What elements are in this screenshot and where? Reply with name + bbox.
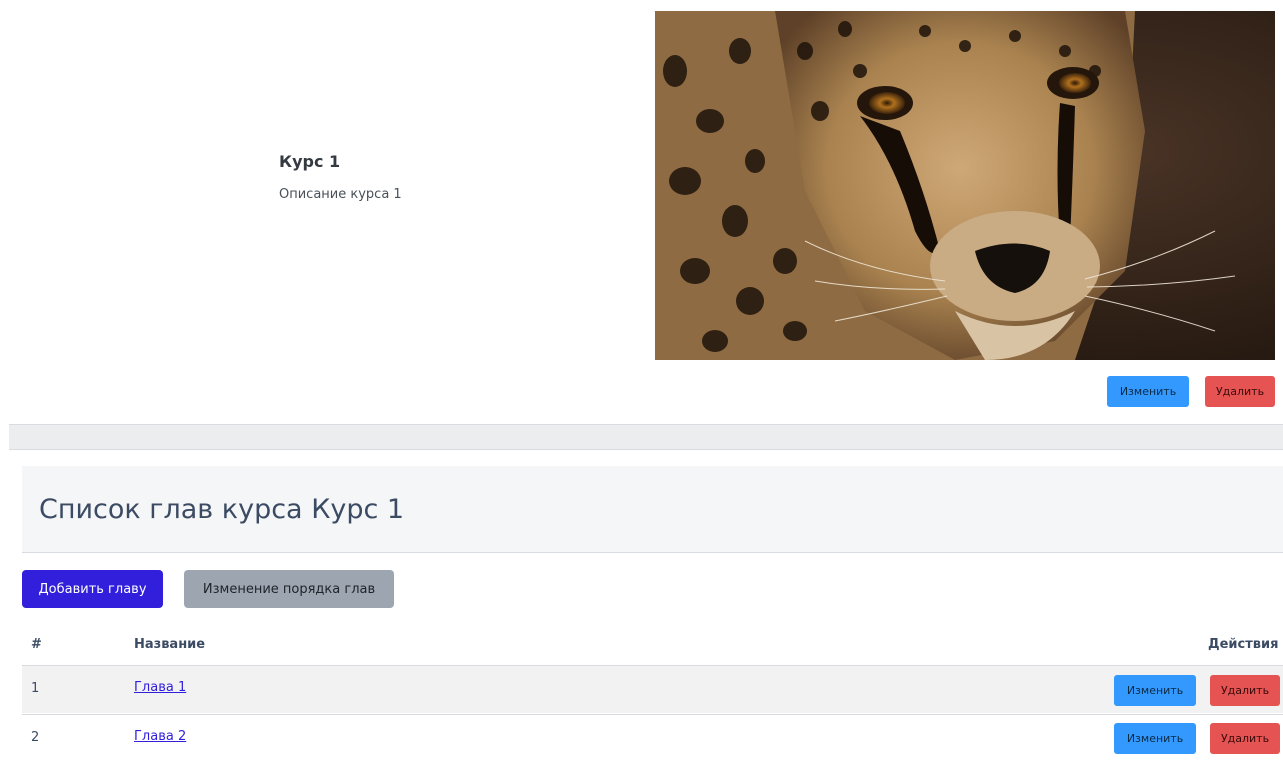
- row-number: 2: [31, 730, 40, 745]
- course-title: Курс 1: [279, 152, 341, 171]
- edit-course-button[interactable]: Изменить: [1107, 376, 1189, 407]
- chapters-heading: Список глав курса Курс 1: [39, 494, 405, 525]
- delete-chapter-button[interactable]: Удалить: [1210, 723, 1280, 754]
- chapters-card-header: Список глав курса Курс 1: [22, 466, 1283, 553]
- column-header-actions: Действия: [1208, 637, 1279, 652]
- course-description: Описание курса 1: [279, 187, 402, 202]
- row-number: 1: [31, 681, 40, 696]
- add-chapter-button[interactable]: Добавить главу: [22, 570, 163, 608]
- cheetah-photo-icon: [655, 11, 1275, 360]
- column-header-num: #: [31, 637, 42, 652]
- edit-chapter-button[interactable]: Изменить: [1114, 723, 1196, 754]
- section-divider: [9, 424, 1283, 450]
- table-row: 1 Глава 1 Изменить Удалить: [22, 665, 1283, 713]
- chapter-link[interactable]: Глава 2: [134, 729, 186, 744]
- chapter-link[interactable]: Глава 1: [134, 680, 186, 695]
- delete-course-button[interactable]: Удалить: [1205, 376, 1275, 407]
- course-image: [655, 11, 1275, 360]
- reorder-chapters-button[interactable]: Изменение порядка глав: [184, 570, 394, 608]
- delete-chapter-button[interactable]: Удалить: [1210, 675, 1280, 706]
- table-row: 2 Глава 2 Изменить Удалить: [22, 714, 1283, 762]
- column-header-name: Название: [134, 637, 206, 652]
- edit-chapter-button[interactable]: Изменить: [1114, 675, 1196, 706]
